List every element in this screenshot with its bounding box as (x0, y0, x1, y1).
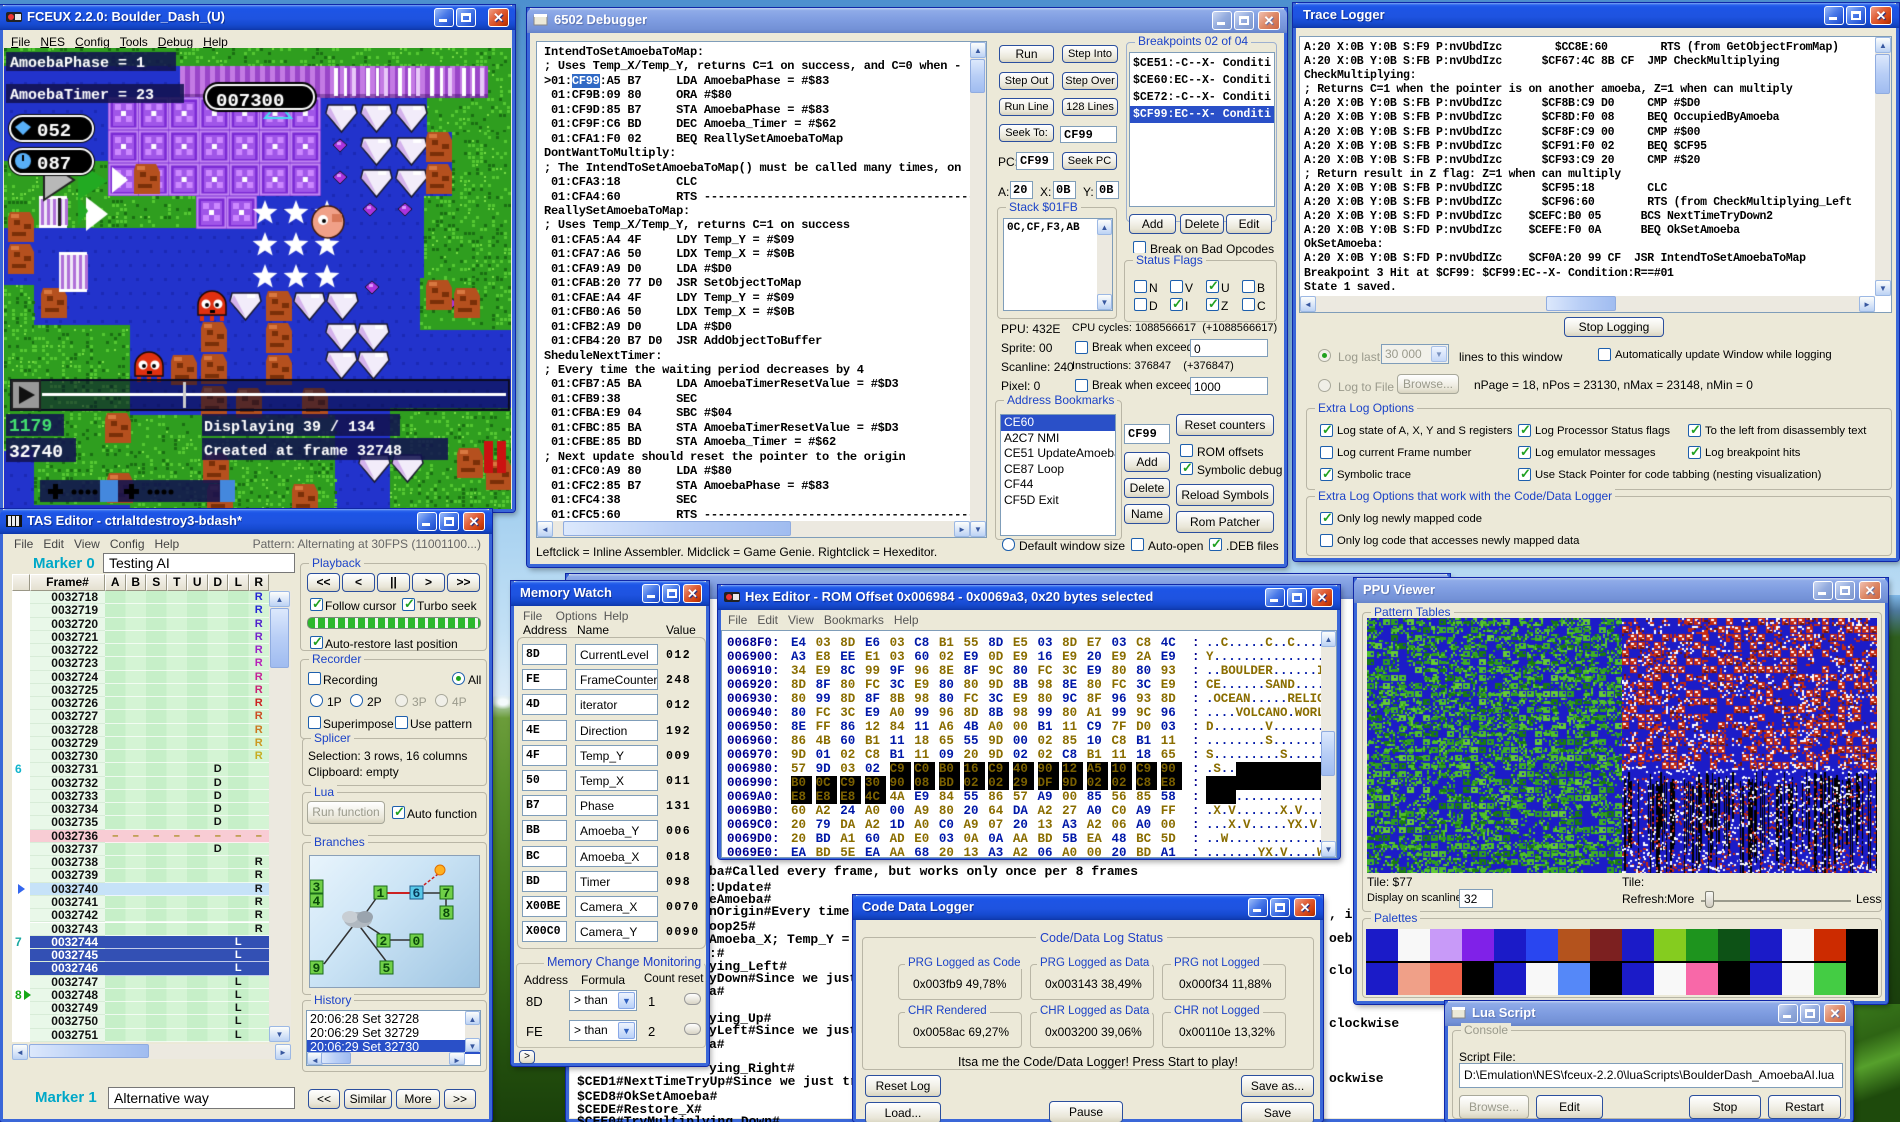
svg-text:1: 1 (377, 886, 385, 901)
svg-text:2: 2 (380, 934, 388, 949)
svg-text:3: 3 (313, 880, 321, 895)
svg-text:7: 7 (443, 886, 451, 901)
svg-text:4: 4 (313, 894, 321, 909)
svg-text:0: 0 (413, 934, 421, 949)
svg-text:6: 6 (413, 886, 421, 901)
svg-text:8: 8 (443, 906, 451, 921)
svg-text:5: 5 (383, 961, 391, 976)
svg-text:9: 9 (313, 961, 321, 976)
